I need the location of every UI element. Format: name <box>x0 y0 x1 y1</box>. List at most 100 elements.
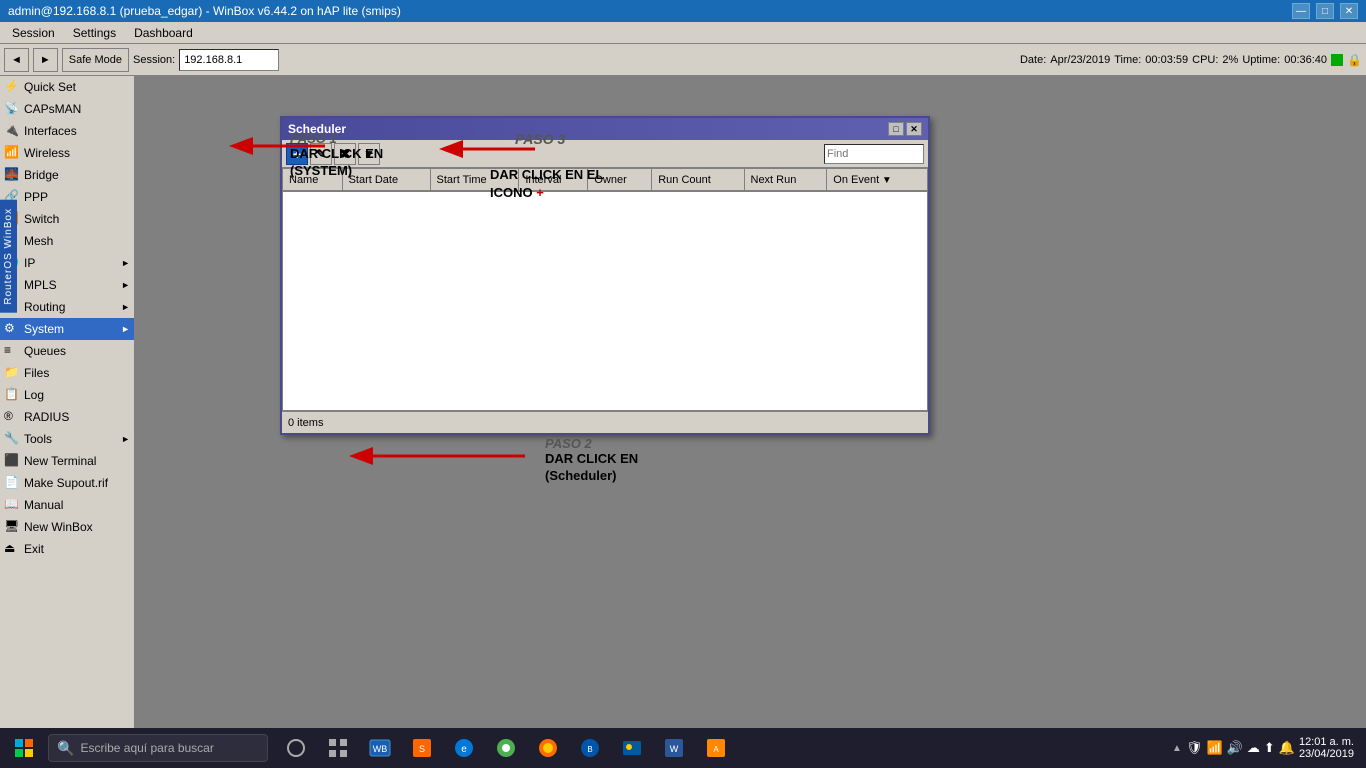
date-value: Apr/23/2019 <box>1050 54 1110 66</box>
taskbar-photos[interactable] <box>612 728 652 768</box>
sidebar-exit-icon: ⏏ <box>4 541 20 557</box>
safe-mode-button[interactable]: Safe Mode <box>62 48 129 72</box>
sidebar-item-make-supout[interactable]: 📄Make Supout.rif <box>0 472 134 494</box>
tray-arrow-icon[interactable]: ▲ <box>1172 743 1182 754</box>
sidebar-item-quick-set[interactable]: ⚡Quick Set <box>0 76 134 98</box>
scheduler-find-input[interactable] <box>824 144 924 164</box>
svg-text:S: S <box>419 744 425 754</box>
tray-antivirus-icon[interactable]: 🛡 <box>1186 740 1203 756</box>
taskbar-winbox-app[interactable]: WB <box>360 728 400 768</box>
sidebar-item-bridge[interactable]: 🌉Bridge <box>0 164 134 186</box>
sidebar-item-label-manual: Manual <box>24 498 63 512</box>
window-controls: — □ ✕ <box>1292 3 1358 19</box>
menu-settings[interactable]: Settings <box>65 24 124 42</box>
scheduler-filter-button[interactable]: ▼ <box>358 143 380 165</box>
scheduler-col-run-count[interactable]: Run Count <box>652 169 744 191</box>
session-ip[interactable]: 192.168.8.1 <box>179 49 279 71</box>
uptime-label: Uptime: <box>1242 54 1280 66</box>
sidebar-log-icon: 📋 <box>4 387 20 403</box>
sidebar-item-label-queues: Queues <box>24 344 66 358</box>
taskbar-browser2[interactable]: B <box>570 728 610 768</box>
scheduler-delete-button[interactable]: ✖ <box>334 143 356 165</box>
taskbar-firefox[interactable] <box>528 728 568 768</box>
sidebar-item-routing[interactable]: ↗Routing► <box>0 296 134 318</box>
sidebar-item-interfaces[interactable]: 🔌Interfaces <box>0 120 134 142</box>
scheduler-close-button[interactable]: ✕ <box>906 122 922 136</box>
taskbar-word[interactable]: W <box>654 728 694 768</box>
search-bar[interactable]: 🔍 Escribe aquí para buscar <box>48 734 268 762</box>
scheduler-col-start-time[interactable]: Start Time <box>430 169 519 191</box>
scheduler-add-button[interactable]: + <box>286 143 308 165</box>
sidebar-item-label-new-winbox: New WinBox <box>24 520 93 534</box>
sidebar-manual-icon: 📖 <box>4 497 20 513</box>
scheduler-edit-button[interactable]: ✎ <box>310 143 332 165</box>
title-bar: admin@192.168.8.1 (prueba_edgar) - WinBo… <box>0 0 1366 22</box>
sidebar-item-ip[interactable]: 🌐IP► <box>0 252 134 274</box>
sidebar-arrow-tools: ► <box>121 434 130 444</box>
taskbar-tray: ▲ 🛡 📶 🔊 ☁ ⬆ 🔔 12:01 a. m. 23/04/2019 <box>1172 736 1362 760</box>
taskbar-chrome[interactable] <box>486 728 526 768</box>
status-bar: Date: Apr/23/2019 Time: 00:03:59 CPU: 2%… <box>1020 53 1362 67</box>
sidebar-item-mesh[interactable]: ⬡Mesh <box>0 230 134 252</box>
maximize-button[interactable]: □ <box>1316 3 1334 19</box>
sidebar-item-new-winbox[interactable]: 🖥New WinBox <box>0 516 134 538</box>
time-label: Time: <box>1114 54 1141 66</box>
scheduler-restore-button[interactable]: □ <box>888 122 904 136</box>
scheduler-find <box>824 144 924 164</box>
taskbar-icon-view[interactable] <box>318 728 358 768</box>
start-button[interactable] <box>4 728 44 768</box>
sidebar-item-new-terminal[interactable]: ⬛New Terminal <box>0 450 134 472</box>
sidebar-radius-icon: ® <box>4 409 20 425</box>
sidebar-capsman-icon: 📡 <box>4 101 20 117</box>
sidebar-item-exit[interactable]: ⏏Exit <box>0 538 134 560</box>
tray-network-icon[interactable]: 📶 <box>1206 740 1222 756</box>
tray-cloud-icon[interactable]: ☁ <box>1247 740 1260 756</box>
menu-bar: Session Settings Dashboard <box>0 22 1366 44</box>
sidebar-arrow-ip: ► <box>121 258 130 268</box>
sidebar-item-queues[interactable]: ≡Queues <box>0 340 134 362</box>
back-button[interactable]: ◄ <box>4 48 29 72</box>
taskbar-edge[interactable]: e <box>444 728 484 768</box>
minimize-button[interactable]: — <box>1292 3 1310 19</box>
tray-volume-icon[interactable]: 🔊 <box>1227 740 1243 756</box>
taskbar-sublimetext[interactable]: S <box>402 728 442 768</box>
scheduler-col-start-date[interactable]: Start Date <box>342 169 430 191</box>
main-layout: ⚡Quick Set📡CAPsMAN🔌Interfaces📶Wireless🌉B… <box>0 76 1366 768</box>
scheduler-col-on-event[interactable]: On Event ▼ <box>827 169 928 191</box>
sidebar-item-system[interactable]: ⚙System► <box>0 318 134 340</box>
scheduler-window: Scheduler □ ✕ + ✎ ✖ ▼ NameSt <box>280 116 930 435</box>
winbox-side-label: RouterOS WinBox <box>0 200 17 313</box>
menu-session[interactable]: Session <box>4 24 63 42</box>
sidebar-files-icon: 📁 <box>4 365 20 381</box>
sidebar-item-label-ppp: PPP <box>24 190 48 204</box>
sidebar-interfaces-icon: 🔌 <box>4 123 20 139</box>
scheduler-col-name[interactable]: Name <box>283 169 343 191</box>
sidebar-item-tools[interactable]: 🔧Tools► <box>0 428 134 450</box>
sidebar-item-manual[interactable]: 📖 Manual <box>0 494 134 516</box>
forward-button[interactable]: ► <box>33 48 58 72</box>
scheduler-col-next-run[interactable]: Next Run <box>744 169 827 191</box>
sidebar-item-files[interactable]: 📁Files <box>0 362 134 384</box>
sidebar-item-wireless[interactable]: 📶Wireless <box>0 142 134 164</box>
sidebar-item-mpls[interactable]: ▦MPLS► <box>0 274 134 296</box>
menu-dashboard[interactable]: Dashboard <box>126 24 201 42</box>
sidebar-item-switch[interactable]: 🔀Switch <box>0 208 134 230</box>
sidebar-item-log[interactable]: 📋Log <box>0 384 134 406</box>
sidebar-item-ppp[interactable]: 🔗PPP <box>0 186 134 208</box>
sidebar-item-label-wireless: Wireless <box>24 146 70 160</box>
scheduler-col-interval[interactable]: Interval <box>519 169 588 191</box>
sidebar-item-radius[interactable]: ®RADIUS <box>0 406 134 428</box>
sidebar-system-icon: ⚙ <box>4 321 20 337</box>
scheduler-col-owner[interactable]: Owner <box>588 169 652 191</box>
session-label: Session: <box>133 54 175 66</box>
sidebar-arrow-system: ► <box>121 324 130 334</box>
taskbar-app2[interactable]: A <box>696 728 736 768</box>
close-button[interactable]: ✕ <box>1340 3 1358 19</box>
search-placeholder: Escribe aquí para buscar <box>80 741 213 755</box>
sidebar-item-label-mpls: MPLS <box>24 278 57 292</box>
taskbar-clock[interactable]: 12:01 a. m. 23/04/2019 <box>1299 736 1354 760</box>
taskbar-icon-cortana[interactable] <box>276 728 316 768</box>
sidebar-item-capsman[interactable]: 📡CAPsMAN <box>0 98 134 120</box>
tray-upload-icon[interactable]: ⬆ <box>1264 740 1275 756</box>
tray-notification-icon[interactable]: 🔔 <box>1279 740 1295 756</box>
